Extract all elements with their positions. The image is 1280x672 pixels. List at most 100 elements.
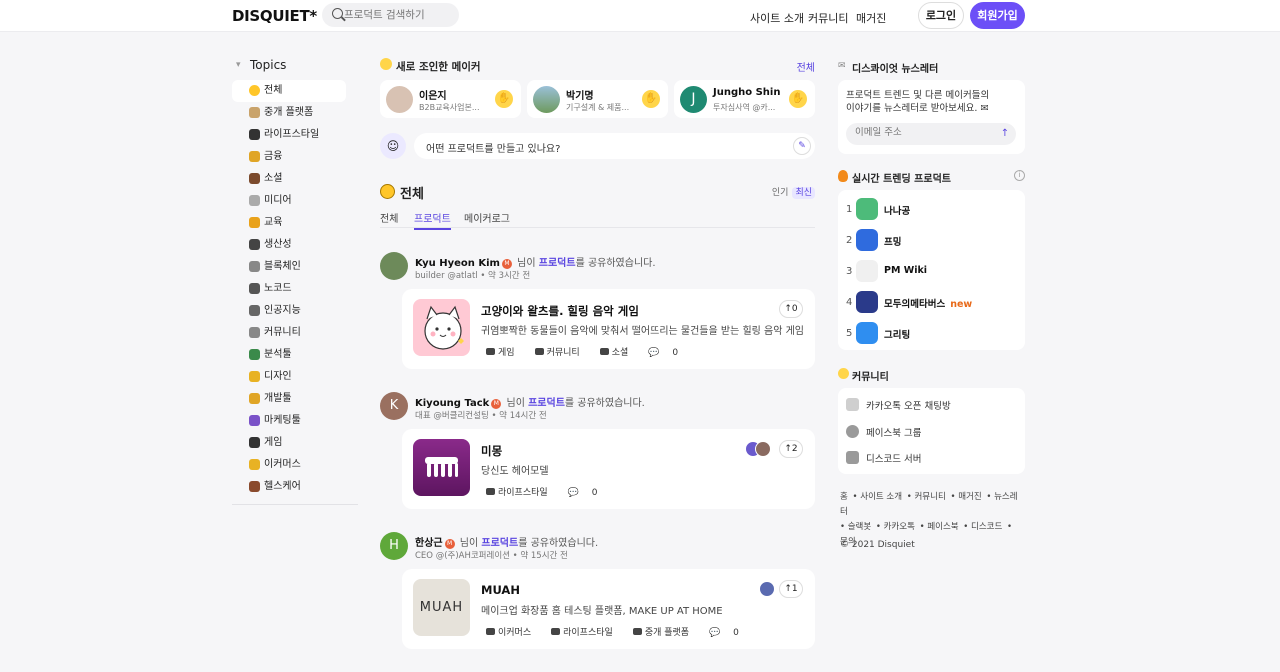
pencil-icon[interactable]: ✎ xyxy=(793,137,811,155)
email-field[interactable]: ↑ xyxy=(846,123,1016,145)
community-kakao[interactable]: 카카오톡 오픈 채팅방 xyxy=(846,398,951,414)
tag-chip[interactable]: 게임 xyxy=(486,348,525,358)
clap-icon[interactable]: ✋ xyxy=(495,90,513,108)
avatar[interactable] xyxy=(380,252,408,280)
footer-slackbot[interactable]: 슬랙봇 xyxy=(848,522,871,532)
post-link[interactable]: 프로덕트 xyxy=(481,538,518,549)
topic-item[interactable]: 헬스케어 xyxy=(232,476,358,498)
trending-item[interactable]: 3 PM Wiki xyxy=(846,260,1016,284)
community-facebook[interactable]: 페이스북 그룹 xyxy=(846,425,921,441)
cat-illustration xyxy=(424,305,464,350)
signup-button[interactable]: 회원가입 xyxy=(970,2,1025,29)
community-discord[interactable]: 디스코드 서버 xyxy=(846,451,921,467)
tag-chip[interactable]: 라이프스타일 xyxy=(486,488,558,498)
footer-about[interactable]: 사이트 소개 xyxy=(860,492,902,502)
trending-item[interactable]: 2 프밍 xyxy=(846,229,1016,253)
tab-products[interactable]: 프로덕트 xyxy=(414,210,451,230)
topic-item[interactable]: 커뮤니티 xyxy=(232,322,358,344)
comment-count[interactable]: 💬 0 xyxy=(568,488,608,498)
tag-chip[interactable]: 중개 플랫폼 xyxy=(632,628,699,638)
email-input[interactable] xyxy=(855,127,995,138)
upvoter-avatar[interactable] xyxy=(755,441,771,457)
topic-item[interactable]: 라이프스타일 xyxy=(232,124,358,146)
avatar[interactable]: H xyxy=(380,532,408,560)
sort-latest[interactable]: 최신 xyxy=(792,187,815,199)
tab-all[interactable]: 전체 xyxy=(380,210,398,225)
login-button[interactable]: 로그인 xyxy=(918,2,964,29)
post-link[interactable]: 프로덕트 xyxy=(528,398,565,409)
maker-card[interactable]: 박기명 기구설계 & 제품... ✋ xyxy=(527,80,668,118)
product-card[interactable]: 고양이와 왈츠를. 힐링 음악 게임 귀염뽀짝한 동물들이 음악에 맞춰서 떨어… xyxy=(402,289,815,369)
maker-card[interactable]: 이은지 B2B교육사업본... ✋ xyxy=(380,80,521,118)
tag-icon xyxy=(486,348,495,355)
topic-item[interactable]: 교육 xyxy=(232,212,358,234)
trending-item[interactable]: 1 나나공 xyxy=(846,198,1016,222)
topic-item[interactable]: 전체 xyxy=(232,80,346,102)
author-name[interactable]: 한상근 xyxy=(415,538,443,549)
footer-home[interactable]: 홈 xyxy=(840,492,848,502)
footer-facebook[interactable]: 페이스북 xyxy=(927,522,958,532)
makers-all-link[interactable]: 전체 xyxy=(797,59,815,74)
topic-item[interactable]: 이커머스 xyxy=(232,454,358,476)
nav-community[interactable]: 커뮤니티 xyxy=(808,10,848,26)
arrow-up-icon[interactable]: ↑ xyxy=(997,126,1013,142)
clap-icon[interactable]: ✋ xyxy=(789,90,807,108)
topic-item[interactable]: 소셜 xyxy=(232,168,358,190)
search-bar[interactable] xyxy=(322,3,459,27)
footer-magazine[interactable]: 매거진 xyxy=(958,492,981,502)
topic-item[interactable]: 금융 xyxy=(232,146,358,168)
topic-item[interactable]: 블록체인 xyxy=(232,256,358,278)
comment-number: 0 xyxy=(672,348,679,358)
trending-item[interactable]: 4 모두의메타버스 new xyxy=(846,291,1016,315)
nav-magazine[interactable]: 매거진 xyxy=(856,10,886,26)
author-name[interactable]: Kyu Hyeon Kim xyxy=(415,258,500,269)
topic-item[interactable]: 개발툴 xyxy=(232,388,358,410)
upvote-button[interactable]: ↑2 xyxy=(779,440,803,458)
comment-count[interactable]: 💬 0 xyxy=(709,628,749,638)
product-title[interactable]: 고양이와 왈츠를. 힐링 음악 게임 xyxy=(481,303,639,319)
topic-item[interactable]: 생산성 xyxy=(232,234,358,256)
footer-kakao[interactable]: 카카오톡 xyxy=(884,522,915,532)
comment-icon: 💬 xyxy=(648,348,660,358)
clap-icon[interactable]: ✋ xyxy=(642,90,660,108)
upvoter-avatar[interactable] xyxy=(759,581,775,597)
chain-icon xyxy=(249,261,260,272)
topic-label: 헬스케어 xyxy=(264,481,301,492)
tab-makerlog[interactable]: 메이커로그 xyxy=(464,210,510,225)
tag-chip[interactable]: 이커머스 xyxy=(486,628,541,638)
topic-item[interactable]: 게임 xyxy=(232,432,358,454)
avatar[interactable]: K xyxy=(380,392,408,420)
topic-item[interactable]: 미디어 xyxy=(232,190,358,212)
product-title[interactable]: MUAH xyxy=(481,583,520,597)
topic-item[interactable]: 디자인 xyxy=(232,366,358,388)
tag-chip[interactable]: 라이프스타일 xyxy=(551,628,623,638)
nav-about[interactable]: 사이트 소개 xyxy=(750,10,804,26)
upvote-button[interactable]: ↑0 xyxy=(779,300,803,318)
maker-card[interactable]: J Jungho Shin 투자심사역 @카... ✋ xyxy=(674,80,815,118)
topic-item[interactable]: 인공지능 xyxy=(232,300,358,322)
sort-popular[interactable]: 인기 xyxy=(772,188,789,198)
product-title[interactable]: 미몽 xyxy=(481,443,502,459)
topic-item[interactable]: 마케팅툴 xyxy=(232,410,358,432)
product-card[interactable]: MUAH MUAH 메이크업 화장품 홈 테스팅 플랫폼, MAKE UP AT… xyxy=(402,569,815,649)
search-input[interactable] xyxy=(344,6,454,24)
upvote-button[interactable]: ↑1 xyxy=(779,580,803,598)
trending-item[interactable]: 5 그리팅 xyxy=(846,322,1016,346)
topic-item[interactable]: 중개 플랫폼 xyxy=(232,102,358,124)
post-link[interactable]: 프로덕트 xyxy=(539,258,576,269)
author-name[interactable]: Kiyoung Tack xyxy=(415,398,489,409)
topics-header[interactable]: Topics xyxy=(232,56,358,74)
info-icon[interactable]: i xyxy=(1014,170,1025,181)
footer-discord[interactable]: 디스코드 xyxy=(971,522,1002,532)
topic-item[interactable]: 분석툴 xyxy=(232,344,358,366)
product-prompt-input[interactable]: 어떤 프로덕트를 만들고 있나요? ✎ xyxy=(414,133,815,159)
topic-item[interactable]: 노코드 xyxy=(232,278,358,300)
product-card[interactable]: 미몽 당신도 헤어모델 라이프스타일 💬 0 ↑2 xyxy=(402,429,815,509)
product-icon xyxy=(856,260,878,282)
tag-chip[interactable]: 소셜 xyxy=(599,348,639,358)
prompt-text: 어떤 프로덕트를 만들고 있나요? xyxy=(426,144,561,155)
comment-count[interactable]: 💬 0 xyxy=(648,348,688,358)
tag-chip[interactable]: 커뮤니티 xyxy=(534,348,590,358)
footer-community[interactable]: 커뮤니티 xyxy=(914,492,945,502)
logo[interactable]: DISQUIET* xyxy=(232,7,317,25)
